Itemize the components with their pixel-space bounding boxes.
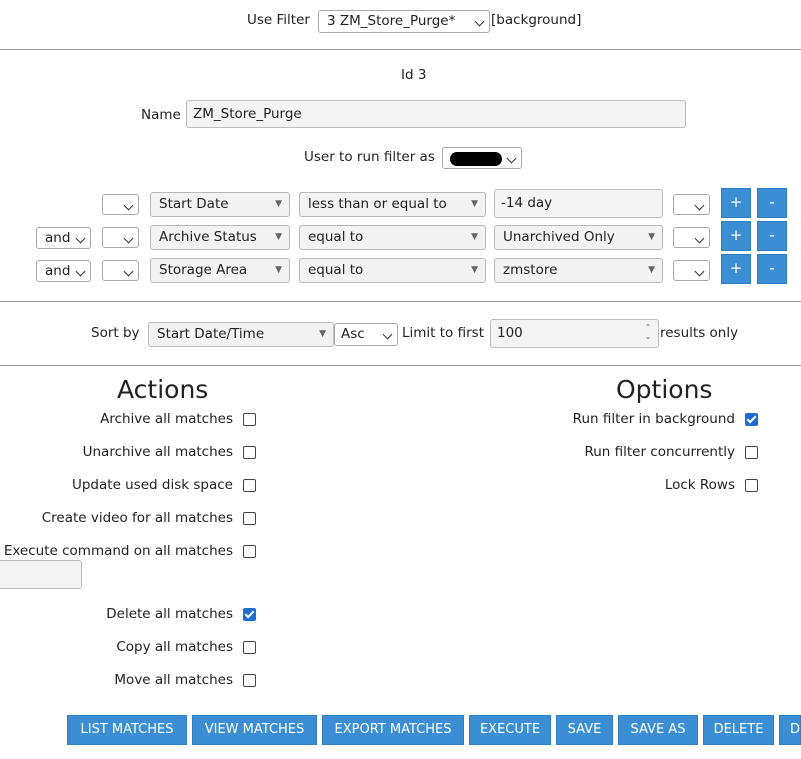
option-label: Run filter concurrently [584,444,735,460]
background-checkbox[interactable] [745,413,758,426]
export-matches-button[interactable]: EXPORT MATCHES [322,715,464,745]
action-label: Execute command on all matches [3,543,233,559]
close-bracket-select[interactable] [673,194,710,215]
close-bracket-select[interactable] [673,227,710,248]
add-term-button[interactable]: + [721,221,751,251]
chevron-down-icon [123,233,134,244]
caret-down-icon: ▼ [275,232,282,242]
add-term-button[interactable]: + [721,188,751,218]
attr-select[interactable]: Start Date ▼ [150,192,290,217]
chevron-down-icon [474,16,485,27]
chevron-down-icon [75,266,86,277]
filter-select-value: 3 ZM_Store_Purge* [327,13,456,29]
debug-button[interactable]: DE [779,715,801,745]
action-label: Archive all matches [100,411,233,427]
action-label: Unarchive all matches [82,444,233,460]
conjunction-select[interactable]: and [36,260,91,282]
open-bracket-select[interactable] [102,194,139,215]
actions-heading: Actions [117,375,209,404]
archive-checkbox[interactable] [243,413,256,426]
sort-direction-select[interactable]: Asc [334,323,398,346]
open-bracket-select[interactable] [102,260,139,281]
options-heading: Options [616,375,713,404]
attr-select[interactable]: Storage Area ▼ [150,258,290,283]
sort-field-select[interactable]: Start Date/Time ▼ [148,322,334,347]
limit-input[interactable]: 100 ⌃ ⌄ [490,319,659,348]
filter-id: Id 3 [401,67,427,83]
stepper-arrows-icon[interactable]: ⌃ ⌄ [642,323,654,341]
caret-down-icon: ▼ [319,329,326,339]
lock-rows-checkbox[interactable] [745,479,758,492]
caret-down-icon: ▼ [471,199,478,209]
results-only-label: results only [660,325,739,341]
user-select[interactable] [442,147,522,169]
view-matches-button[interactable]: VIEW MATCHES [192,715,317,745]
chevron-down-icon [694,266,705,277]
list-matches-button[interactable]: LIST MATCHES [67,715,187,745]
remove-term-button[interactable]: - [757,221,787,251]
divider [0,49,801,50]
user-label: User to run filter as [304,149,435,165]
sort-by-label: Sort by [91,325,140,341]
option-label: Lock Rows [664,477,735,493]
operator-select[interactable]: less than or equal to ▼ [299,192,486,217]
chevron-down-icon [506,153,517,164]
name-input[interactable]: ZM_Store_Purge [186,100,686,128]
close-bracket-select[interactable] [673,260,710,281]
conjunction-select[interactable]: and [36,227,91,249]
chevron-down-icon [382,329,393,340]
delete-button[interactable]: DELETE [703,715,774,745]
caret-down-icon: ▼ [648,232,655,242]
caret-down-icon: ▼ [471,232,478,242]
concurrent-checkbox[interactable] [745,446,758,459]
remove-term-button[interactable]: - [757,254,787,284]
option-label: Run filter in background [572,411,735,427]
copy-checkbox[interactable] [243,641,256,654]
delete-checkbox[interactable] [243,608,256,621]
chevron-down-icon [694,200,705,211]
divider [0,301,801,302]
unarchive-checkbox[interactable] [243,446,256,459]
filter-select[interactable]: 3 ZM_Store_Purge* [318,10,490,33]
operator-select[interactable]: equal to ▼ [299,225,486,250]
value-select[interactable]: Unarchived Only ▼ [494,225,663,250]
limit-label: Limit to first [402,325,484,341]
execute-command-input[interactable] [0,560,82,589]
name-input-value: ZM_Store_Purge [193,106,302,122]
caret-down-icon: ▼ [275,265,282,275]
save-button[interactable]: SAVE [556,715,613,745]
chevron-down-icon [694,233,705,244]
chevron-down-icon [123,200,134,211]
chevron-down-icon [123,266,134,277]
background-tag: [background] [491,12,582,28]
save-as-button[interactable]: SAVE AS [618,715,698,745]
add-term-button[interactable]: + [721,254,751,284]
divider [0,365,801,366]
remove-term-button[interactable]: - [757,188,787,218]
action-label: Move all matches [114,672,233,688]
create-video-checkbox[interactable] [243,512,256,525]
action-label: Update used disk space [71,477,233,493]
execute-button[interactable]: EXECUTE [469,715,551,745]
attr-select[interactable]: Archive Status ▼ [150,225,290,250]
update-disk-space-checkbox[interactable] [243,479,256,492]
operator-select[interactable]: equal to ▼ [299,258,486,283]
caret-down-icon: ▼ [471,265,478,275]
execute-command-checkbox[interactable] [243,545,256,558]
action-label: Create video for all matches [41,510,233,526]
value-select[interactable]: zmstore ▼ [494,258,663,283]
open-bracket-select[interactable] [102,227,139,248]
use-filter-label: Use Filter [247,12,310,28]
name-label: Name [141,107,181,123]
action-label: Copy all matches [116,639,233,655]
caret-down-icon: ▼ [648,265,655,275]
redacted-mark [450,152,502,166]
caret-down-icon: ▼ [275,199,282,209]
chevron-down-icon [75,233,86,244]
value-input[interactable]: -14 day [494,189,663,218]
move-checkbox[interactable] [243,674,256,687]
action-label: Delete all matches [106,606,233,622]
